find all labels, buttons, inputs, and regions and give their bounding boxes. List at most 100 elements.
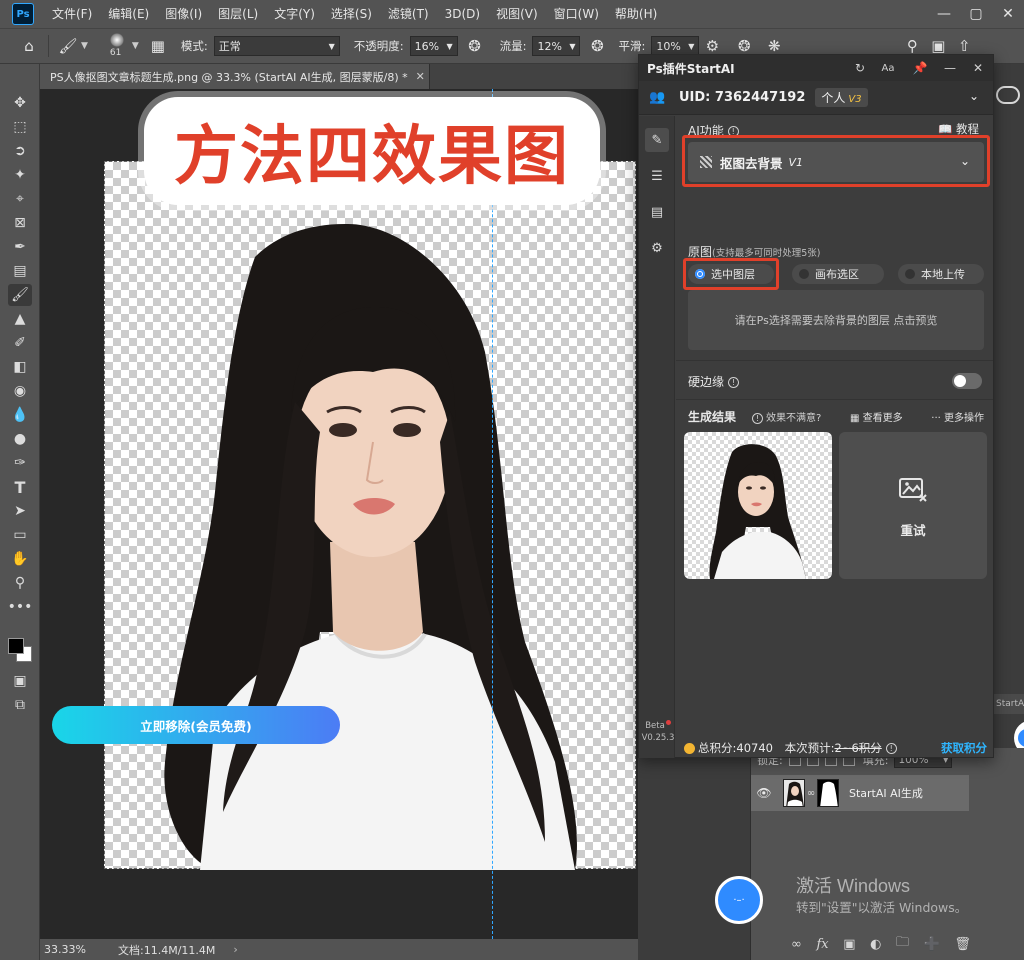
shape-tool-icon[interactable]: ▭ [8,524,32,546]
stamp-tool-icon[interactable]: ▲ [8,308,32,330]
type-tool-icon[interactable]: T [8,476,32,498]
source-option-local-upload[interactable]: 本地上传 [898,264,984,284]
menu-select[interactable]: 选择(S) [323,0,380,28]
creative-cloud-icon[interactable] [996,86,1020,104]
remove-background-button[interactable]: 立即移除(会员免费) [52,706,340,744]
layer-row[interactable]: 👁 ∞ StartAI AI生成 [751,775,969,811]
adjustment-layer-icon[interactable]: ◐ [870,937,881,952]
font-size-icon[interactable]: Aa [879,59,897,77]
link-layers-icon[interactable]: ∞ [791,937,802,952]
pressure-opacity-icon[interactable]: ❂ [462,33,488,59]
marquee-tool-icon[interactable]: ⬚ [8,116,32,138]
new-layer-icon[interactable]: ➕ [924,937,940,952]
zoom-tool-icon[interactable]: ⚲ [8,572,32,594]
account-row[interactable]: 👥 UID: 7362447192 个人 V3 ⌄ [639,81,993,115]
eye-icon[interactable]: 👁 [751,786,777,800]
feedback-link[interactable]: ! 效果不满意? [752,409,821,424]
canvas-area[interactable]: 方法四效果图 [40,89,638,939]
more-tools-icon[interactable]: ••• [8,596,33,618]
chevron-down-icon[interactable]: ▼ [132,41,139,51]
hard-edge-toggle[interactable] [952,373,982,389]
document-canvas[interactable] [104,161,636,870]
info-icon[interactable]: ! [885,743,897,754]
info-icon[interactable]: ! [727,126,739,137]
trash-icon[interactable]: 🗑 [954,937,971,952]
close-icon[interactable]: ✕ [416,70,425,83]
document-tab[interactable]: PS人像抠图文章标题生成.png @ 33.3% (StartAI AI生成, … [40,64,430,89]
folder-icon[interactable]: 🗀 [896,933,909,955]
paint-bucket-tool-icon[interactable]: ◉ [8,380,32,402]
collapsed-panel-tab[interactable]: StartA [994,694,1024,714]
layer-thumbnail[interactable] [783,779,805,807]
result-thumbnail[interactable] [684,432,832,579]
airbrush-icon[interactable]: ❂ [584,33,610,59]
layers-icon[interactable]: ☰ [645,164,669,188]
source-option-selected-layer[interactable]: 选中图层 [688,264,774,284]
eraser-tool-icon[interactable]: ◧ [8,356,32,378]
menu-type[interactable]: 文字(Y) [266,0,323,28]
screen-mode-icon[interactable]: ⧉ [8,694,32,716]
tutorial-link[interactable]: 📖 教程 [938,121,979,137]
pencil-icon[interactable]: ✎ [645,128,669,152]
add-mask-icon[interactable]: ▣ [843,937,855,952]
brush-settings-icon[interactable]: ▦ [145,33,171,59]
info-icon[interactable]: ! [728,377,740,388]
foreground-color-swatch[interactable] [8,638,24,654]
minimize-icon[interactable]: — [928,0,960,28]
menu-filter[interactable]: 滤镜(T) [380,0,437,28]
menu-view[interactable]: 视图(V) [488,0,546,28]
quick-mask-icon[interactable]: ▣ [8,670,32,692]
move-tool-icon[interactable]: ✥ [8,92,32,114]
path-select-tool-icon[interactable]: ➤ [8,500,32,522]
hand-tool-icon[interactable]: ✋ [8,548,32,570]
menu-edit[interactable]: 编辑(E) [100,0,157,28]
quick-select-tool-icon[interactable]: ✦ [8,164,32,186]
smoothing-field[interactable]: 10% ▼ [651,36,700,56]
close-icon[interactable]: ✕ [992,0,1024,28]
more-actions-link[interactable]: ··· 更多操作 [931,409,984,424]
source-option-canvas-selection[interactable]: 画布选区 [792,264,884,284]
color-swatches[interactable] [8,636,34,662]
home-icon[interactable]: ⌂ [16,33,42,59]
minimize-icon[interactable]: — [941,59,959,77]
flow-field[interactable]: 12% ▼ [532,36,581,56]
mode-select[interactable]: 正常 ▼ [213,36,340,56]
menu-layer[interactable]: 图层(L) [210,0,266,28]
zoom-level[interactable]: 33.33% [40,943,90,956]
maximize-icon[interactable]: ▢ [960,0,992,28]
menu-image[interactable]: 图像(I) [157,0,210,28]
brush-preset-picker[interactable]: 61 [102,31,132,61]
crop-tool-icon[interactable]: ⌖ [8,188,32,210]
close-icon[interactable]: ✕ [969,59,987,77]
chevron-right-icon[interactable]: › [233,943,237,956]
chevron-down-icon[interactable]: ⌄ [969,89,979,103]
gear-icon[interactable]: ⚙ [645,236,669,260]
brush-tool-icon[interactable]: 🖌 [55,33,81,59]
menu-3d[interactable]: 3D(D) [437,0,488,28]
lasso-tool-icon[interactable]: ➲ [8,140,32,162]
refresh-icon[interactable]: ↻ [851,59,869,77]
healing-tool-icon[interactable]: ▤ [8,260,32,282]
opacity-field[interactable]: 16% ▼ [409,36,458,56]
chevron-down-icon[interactable]: ▼ [81,41,88,51]
history-brush-tool-icon[interactable]: ✐ [8,332,32,354]
clipboard-icon[interactable]: ▤ [645,200,669,224]
blur-tool-icon[interactable]: 💧 [8,404,32,426]
view-more-link[interactable]: ▦ 查看更多 [850,409,903,424]
link-icon[interactable]: ∞ [805,788,817,799]
floating-assistant-icon[interactable]: ·–· [715,876,763,924]
fx-icon[interactable]: fx [816,937,828,952]
frame-tool-icon[interactable]: ⊠ [8,212,32,234]
layer-name[interactable]: StartAI AI生成 [849,785,923,801]
function-select[interactable]: 抠图去背景 V1 ⌄ [688,142,984,182]
get-credits-link[interactable]: 获取积分 [941,740,987,756]
menu-help[interactable]: 帮助(H) [607,0,665,28]
layer-mask-thumbnail[interactable] [817,779,839,807]
eyedropper-tool-icon[interactable]: ✒ [8,236,32,258]
retry-card[interactable]: 重试 [839,432,987,579]
guide-line[interactable] [492,89,493,939]
preview-hint-box[interactable]: 请在Ps选择需要去除背景的图层 点击预览 [688,290,984,350]
brush-tool-icon[interactable]: 🖌 [8,284,32,306]
menu-file[interactable]: 文件(F) [44,0,100,28]
pin-icon[interactable]: 📌 [911,59,929,77]
